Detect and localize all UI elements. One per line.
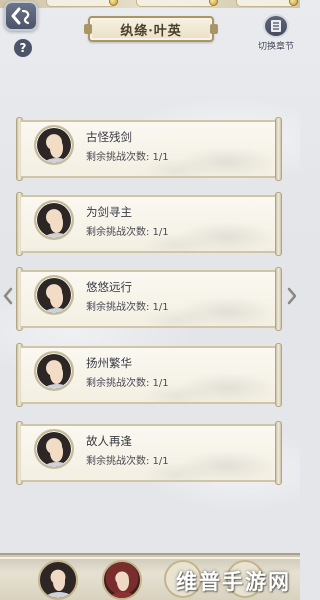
character-avatar[interactable] xyxy=(102,560,142,600)
chapter-switch-label: 切换章节 xyxy=(257,42,294,52)
back-arrow-icon xyxy=(11,7,30,25)
remaining-attempts: 剩余挑战次数: 1/1 xyxy=(86,227,169,238)
scroll-rod xyxy=(275,421,282,485)
remaining-attempts: 剩余挑战次数: 1/1 xyxy=(86,456,169,467)
scroll-rod xyxy=(275,267,282,331)
remaining-attempts: 剩余挑战次数: 1/1 xyxy=(86,378,169,389)
challenge-card[interactable]: 扬州繁华 剩余挑战次数: 1/1 xyxy=(16,343,282,407)
book-icon xyxy=(271,20,281,32)
remaining-attempts: 剩余挑战次数: 1/1 xyxy=(86,152,169,163)
challenge-name: 古怪残剑 xyxy=(86,130,132,144)
chapter-icon-circle xyxy=(263,14,289,38)
challenge-name: 扬州繁华 xyxy=(86,356,132,370)
currency-slot-2 xyxy=(136,0,218,7)
character-portrait xyxy=(34,275,74,315)
challenge-card[interactable]: 故人再逢 剩余挑战次数: 1/1 xyxy=(16,421,282,485)
challenge-card[interactable]: 悠悠远行 剩余挑战次数: 1/1 xyxy=(16,267,282,331)
chevron-left-icon xyxy=(3,287,13,305)
page-title-text: 纨绦·叶英 xyxy=(120,23,182,39)
character-portrait xyxy=(34,351,74,391)
question-icon: ? xyxy=(19,41,27,55)
page-title: 纨绦·叶英 xyxy=(84,16,218,42)
currency-slot-1 xyxy=(46,0,118,7)
scroll-rod xyxy=(275,192,282,256)
next-page-arrow[interactable] xyxy=(286,286,298,306)
currency-slot-3 xyxy=(236,0,298,7)
challenge-card[interactable]: 为剑寻主 剩余挑战次数: 1/1 xyxy=(16,192,282,256)
character-portrait xyxy=(34,200,74,240)
character-avatar[interactable] xyxy=(38,560,78,600)
challenge-name: 悠悠远行 xyxy=(86,280,132,294)
chevron-right-icon xyxy=(287,287,297,305)
chapter-switch-button[interactable]: 切换章节 xyxy=(254,14,298,52)
scroll-rod xyxy=(275,117,282,181)
character-portrait xyxy=(34,125,74,165)
challenge-card[interactable]: 古怪残剑 剩余挑战次数: 1/1 xyxy=(16,117,282,181)
back-button[interactable] xyxy=(4,1,38,31)
scroll-rod xyxy=(275,343,282,407)
remaining-attempts: 剩余挑战次数: 1/1 xyxy=(86,302,169,313)
challenge-name: 为剑寻主 xyxy=(86,205,132,219)
help-button[interactable]: ? xyxy=(13,38,33,58)
challenge-name: 故人再逢 xyxy=(86,434,132,448)
prev-page-arrow[interactable] xyxy=(2,286,14,306)
watermark: 维普手游网 xyxy=(176,570,291,594)
character-portrait xyxy=(34,429,74,469)
